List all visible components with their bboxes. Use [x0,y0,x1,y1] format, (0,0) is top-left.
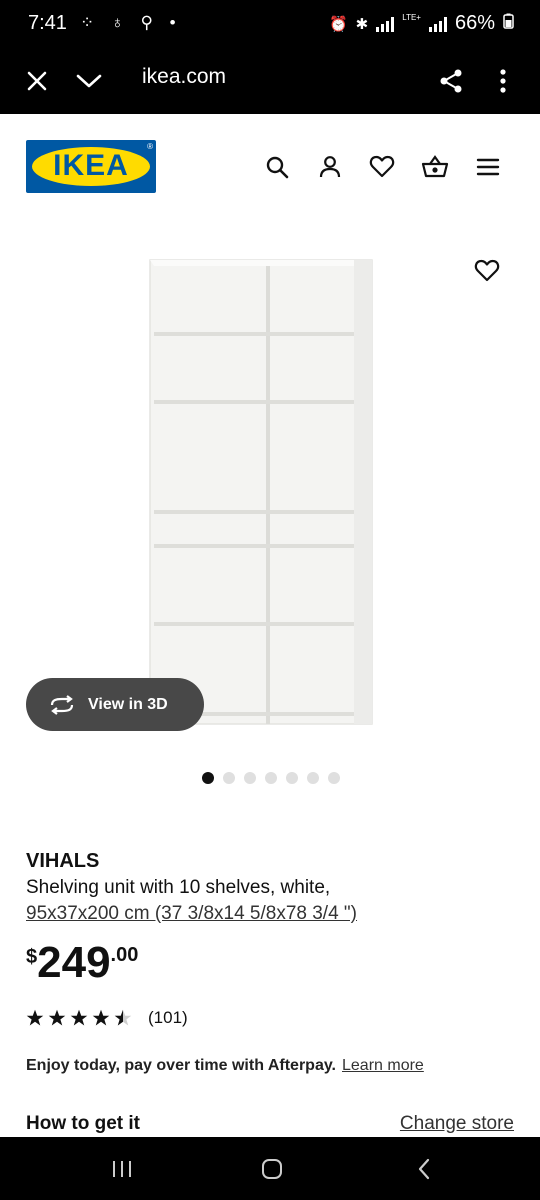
price-decimal: .00 [110,944,139,966]
star-icon [48,1009,66,1026]
star-icon [92,1009,110,1026]
alarm-icon: ⏰ [328,15,348,33]
product-rating[interactable]: (101) [26,1008,188,1028]
rating-count: (101) [148,1008,188,1027]
logo-text: IKEA [53,149,129,182]
home-icon[interactable] [252,1151,292,1187]
product-description: Shelving unit with 10 shelves, white, [26,877,331,898]
price-currency: $ [26,946,38,968]
close-icon[interactable] [17,61,57,101]
site-header: IKEA ® [0,114,540,214]
view-in-3d-button[interactable]: View in 3D [26,678,204,731]
account-icon[interactable] [315,152,345,182]
rating-stars [26,1009,132,1027]
product-gallery[interactable]: View in 3D [0,214,540,794]
favorite-icon[interactable] [472,256,502,286]
change-store-link[interactable]: Change store [400,1113,514,1135]
pagination-dot[interactable] [328,772,340,784]
image-pagination [0,772,540,784]
pagination-dot[interactable] [265,772,277,784]
basket-icon[interactable] [420,152,450,182]
network-type: LTE+ [402,12,421,22]
price-integer: 249 [37,938,111,987]
pagination-dot[interactable] [223,772,235,784]
cell-signal-icon [428,16,447,32]
product-dimensions-link[interactable]: 95x37x200 cm (37 3/8x14 5/8x78 3/4 ") [26,903,516,925]
url-text[interactable]: ikea.com [142,65,226,89]
browser-toolbar: ikea.com [0,48,540,114]
product-name: VIHALS [26,850,100,872]
status-bar: 7:41 ⁘ ♁ ⚲ • ⏰ ✱ LTE+ 66% [0,0,540,48]
bluetooth-icon: ✱ [355,15,369,33]
system-nav-bar [0,1137,540,1200]
status-time: 7:41 [28,12,67,34]
rotate-3d-icon [50,694,74,715]
afterpay-banner: Enjoy today, pay over time with Afterpay… [26,1057,424,1075]
more-vert-icon[interactable] [483,61,523,101]
pagination-dot[interactable] [307,772,319,784]
product-price: $ 249 .00 [26,940,138,986]
product-info: VIHALS Shelving unit with 10 shelves, wh… [26,850,516,925]
star-icon [26,1009,44,1026]
back-icon[interactable] [404,1151,444,1187]
pagination-dot[interactable] [244,772,256,784]
search-icon[interactable] [262,152,292,182]
pagination-dot[interactable] [286,772,298,784]
half-star-icon [114,1009,132,1026]
heart-icon[interactable] [367,152,397,182]
view-in-3d-label: View in 3D [88,695,168,713]
how-to-get-it-heading: How to get it [26,1113,140,1134]
afterpay-text: Enjoy today, pay over time with Afterpay… [26,1057,336,1074]
product-image [149,259,373,725]
battery-icon [503,12,514,35]
battery-level: 66% [454,12,495,34]
wifi-signal-icon [376,16,395,32]
star-icon [70,1009,88,1026]
share-icon[interactable] [431,61,471,101]
menu-icon[interactable] [473,152,503,182]
learn-more-link[interactable]: Learn more [342,1057,424,1074]
pagination-dot[interactable] [202,772,214,784]
status-right: ⏰ ✱ LTE+ 66% [329,12,514,35]
recent-apps-icon[interactable] [102,1151,142,1187]
notification-icons: ⁘ ♁ ⚲ • [80,13,182,32]
chevron-down-icon[interactable] [69,61,109,101]
ikea-logo[interactable]: IKEA ® [26,140,156,193]
logo-registered-mark: ® [147,142,153,151]
